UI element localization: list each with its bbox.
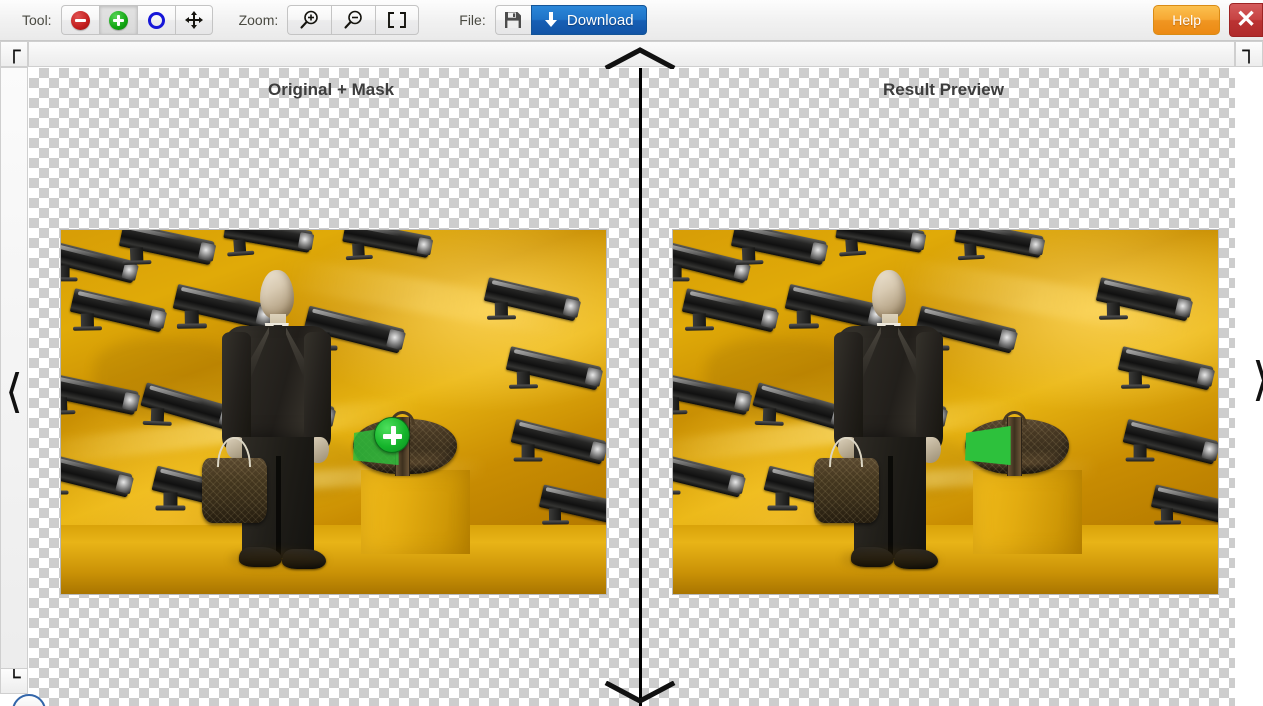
tool-move-button[interactable] — [174, 5, 213, 35]
briefcase — [813, 457, 879, 524]
fit-screen-icon — [388, 12, 407, 28]
zoom-label: Zoom: — [238, 12, 279, 28]
file-button-group: Download — [494, 5, 647, 35]
zoom-out-button[interactable] — [331, 5, 376, 35]
right-panel-title: Result Preview — [883, 80, 1004, 99]
mannequin-leg-gap — [887, 455, 894, 558]
download-arrow-icon — [544, 12, 557, 27]
result-image-content — [673, 230, 1218, 594]
zoom-fit-button[interactable] — [375, 5, 420, 35]
briefcase — [201, 457, 267, 524]
help-button[interactable]: Help — [1153, 5, 1220, 35]
nav-prev-arrow[interactable]: ⟨ — [5, 368, 23, 414]
mannequin-arm-left — [222, 331, 251, 449]
ruler-top — [28, 41, 1235, 67]
download-button[interactable]: Download — [530, 5, 647, 35]
circle-outline-icon — [147, 11, 165, 29]
file-label: File: — [459, 12, 486, 28]
split-divider[interactable] — [639, 68, 642, 706]
magnifier-minus-icon — [344, 10, 362, 29]
image-canvas[interactable]: Original + Mask Result Preview — [29, 68, 1235, 706]
tool-label: Tool: — [22, 12, 52, 28]
mannequin — [61, 230, 606, 594]
original-image-content — [61, 230, 606, 594]
mannequin-leg-gap — [275, 455, 282, 558]
tool-positive-point-button[interactable] — [98, 5, 137, 35]
tool-negative-point-button[interactable] — [60, 5, 99, 35]
zoom-in-button[interactable] — [287, 5, 332, 35]
mannequin-floor-shadow — [841, 550, 941, 569]
mannequin-arm-left — [834, 331, 863, 449]
mannequin-floor-shadow — [229, 550, 329, 569]
plus-circle-icon — [108, 10, 128, 30]
tool-circle-button[interactable] — [136, 5, 175, 35]
mannequin-head — [260, 270, 295, 320]
toolbar: Tool: Zoom: File: Download Help ✕ — [0, 0, 1263, 41]
editor-stage: ┌ ┐ └ Original + Mask Result Preview ⟨ — [0, 41, 1263, 706]
save-button[interactable] — [494, 5, 531, 35]
tool-button-group — [60, 5, 213, 35]
mannequin-arm-right — [304, 331, 332, 449]
download-button-label: Download — [566, 11, 634, 29]
left-panel-title: Original + Mask — [268, 80, 395, 99]
zoom-button-group — [287, 5, 420, 35]
original-mask-image[interactable] — [60, 229, 607, 595]
corner-mark-top-right: ┐ — [1235, 41, 1263, 67]
mannequin — [673, 230, 1218, 594]
nav-next-arrow[interactable]: ⟩ — [1252, 356, 1263, 402]
move-cross-icon — [184, 11, 203, 29]
mannequin-arm-right — [916, 331, 944, 449]
corner-mark-bottom-left: └ — [0, 668, 28, 694]
corner-mark-top-left: ┌ — [0, 41, 28, 67]
magnifier-plus-icon — [300, 10, 318, 29]
result-preview-image[interactable] — [672, 229, 1219, 595]
close-button[interactable]: ✕ — [1229, 3, 1263, 37]
floppy-disk-save-icon — [505, 12, 522, 28]
mannequin-head — [872, 270, 907, 320]
minus-circle-icon — [70, 10, 90, 30]
